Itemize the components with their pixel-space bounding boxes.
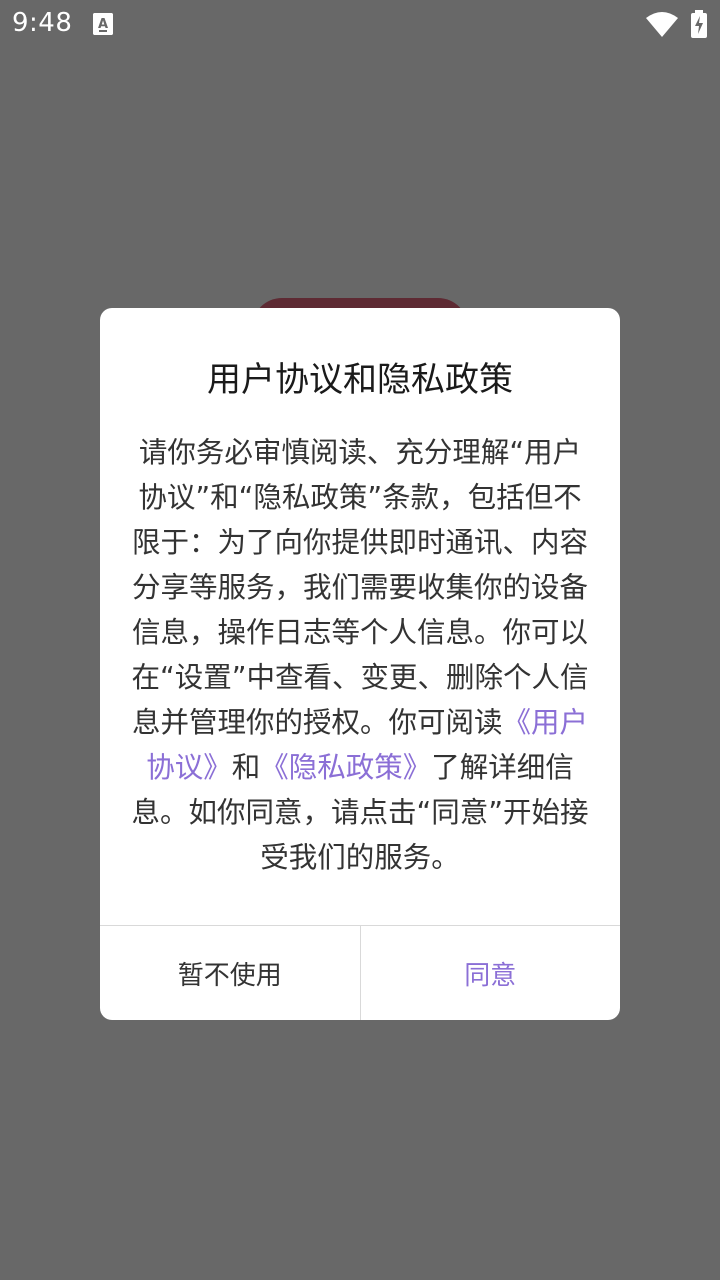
wifi-icon xyxy=(645,12,679,38)
agree-button[interactable]: 同意 xyxy=(361,926,621,1020)
status-bar: 9:48 A xyxy=(0,0,720,48)
a-notification-icon: A xyxy=(93,13,113,35)
dialog-body: 请你务必审慎阅读、充分理解“用户协议”和“隐私政策”条款，包括但不限于：为了向你… xyxy=(130,430,590,880)
privacy-policy-link[interactable]: 《隐私政策》 xyxy=(260,751,431,784)
svg-text:A: A xyxy=(98,17,108,32)
status-time: 9:48 xyxy=(12,8,73,38)
body-text-and: 和 xyxy=(231,751,261,784)
screen: 9:48 A 用户协议和隐私政策 请你务必审慎阅读、充分理解“用户协议”和“隐私… xyxy=(0,0,720,1280)
body-text-part1: 请你务必审慎阅读、充分理解“用户协议”和“隐私政策”条款，包括但不限于：为了向你… xyxy=(131,436,589,739)
decline-button[interactable]: 暂不使用 xyxy=(100,926,361,1020)
dialog-title: 用户协议和隐私政策 xyxy=(207,360,513,400)
privacy-dialog: 用户协议和隐私政策 请你务必审慎阅读、充分理解“用户协议”和“隐私政策”条款，包… xyxy=(100,308,620,1020)
dialog-button-row: 暂不使用 同意 xyxy=(100,925,620,1020)
battery-charging-icon xyxy=(690,10,708,38)
